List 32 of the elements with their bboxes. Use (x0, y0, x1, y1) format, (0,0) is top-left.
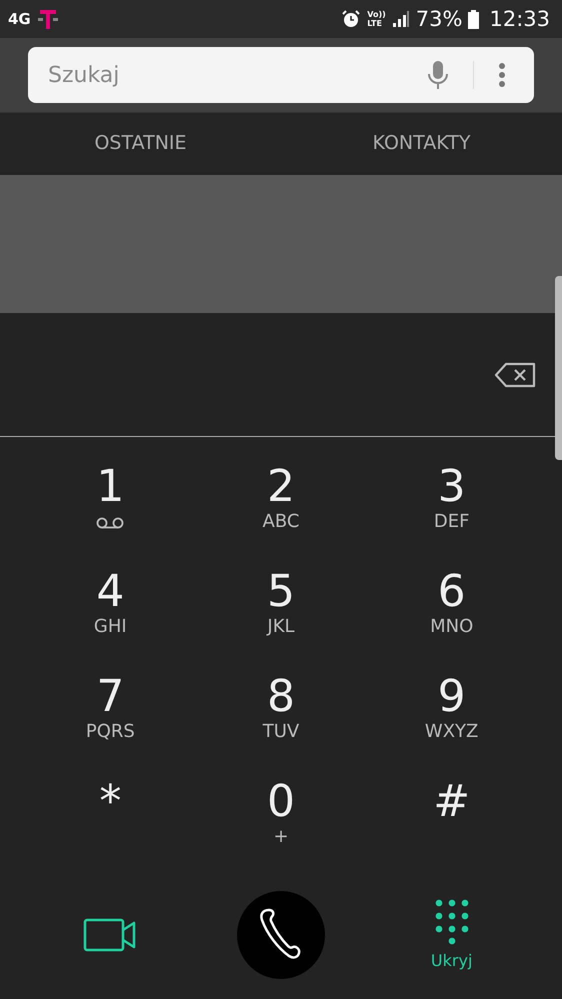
lte-label: LTE (367, 19, 383, 28)
dial-key[interactable]: * (25, 770, 196, 875)
microphone-icon[interactable] (427, 60, 449, 90)
dial-key[interactable]: 9 WXYZ (366, 665, 537, 770)
dial-key[interactable]: 4 GHI (25, 560, 196, 665)
signal-icon (392, 10, 410, 28)
dial-key[interactable]: 2 ABC (196, 455, 366, 560)
logo-icon (36, 8, 59, 30)
network-label: 4G (8, 10, 31, 28)
keypad-icon[interactable] (434, 899, 469, 945)
search-bar[interactable]: Szukaj (28, 47, 534, 103)
dial-key[interactable]: 7 PQRS (25, 665, 196, 770)
battery-percent: 73% (416, 7, 462, 31)
alarm-icon (341, 9, 362, 29)
dial-key[interactable]: 6 MNO (366, 560, 537, 665)
backspace-icon[interactable] (494, 362, 536, 388)
voicemail-icon (95, 517, 126, 529)
clock: 12:33 (489, 7, 550, 31)
volte-label: Vo)) (367, 10, 386, 19)
battery-icon (468, 10, 480, 28)
dial-key[interactable]: 0 + (196, 770, 366, 875)
hide-keypad-label[interactable]: Ukryj (430, 951, 472, 970)
dial-key[interactable]: 3 DEF (366, 455, 537, 560)
dial-key[interactable]: 8 TUV (196, 665, 366, 770)
dial-key[interactable]: # (366, 770, 537, 875)
video-call-icon[interactable] (83, 916, 138, 952)
dial-key[interactable]: 5 JKL (196, 560, 366, 665)
tab[interactable]: KONTAKTY (281, 113, 562, 175)
tab[interactable]: OSTATNIE (0, 113, 281, 175)
more-icon[interactable] (498, 62, 506, 88)
scrollbar[interactable] (555, 276, 562, 460)
dial-key[interactable]: 1 (25, 455, 196, 560)
